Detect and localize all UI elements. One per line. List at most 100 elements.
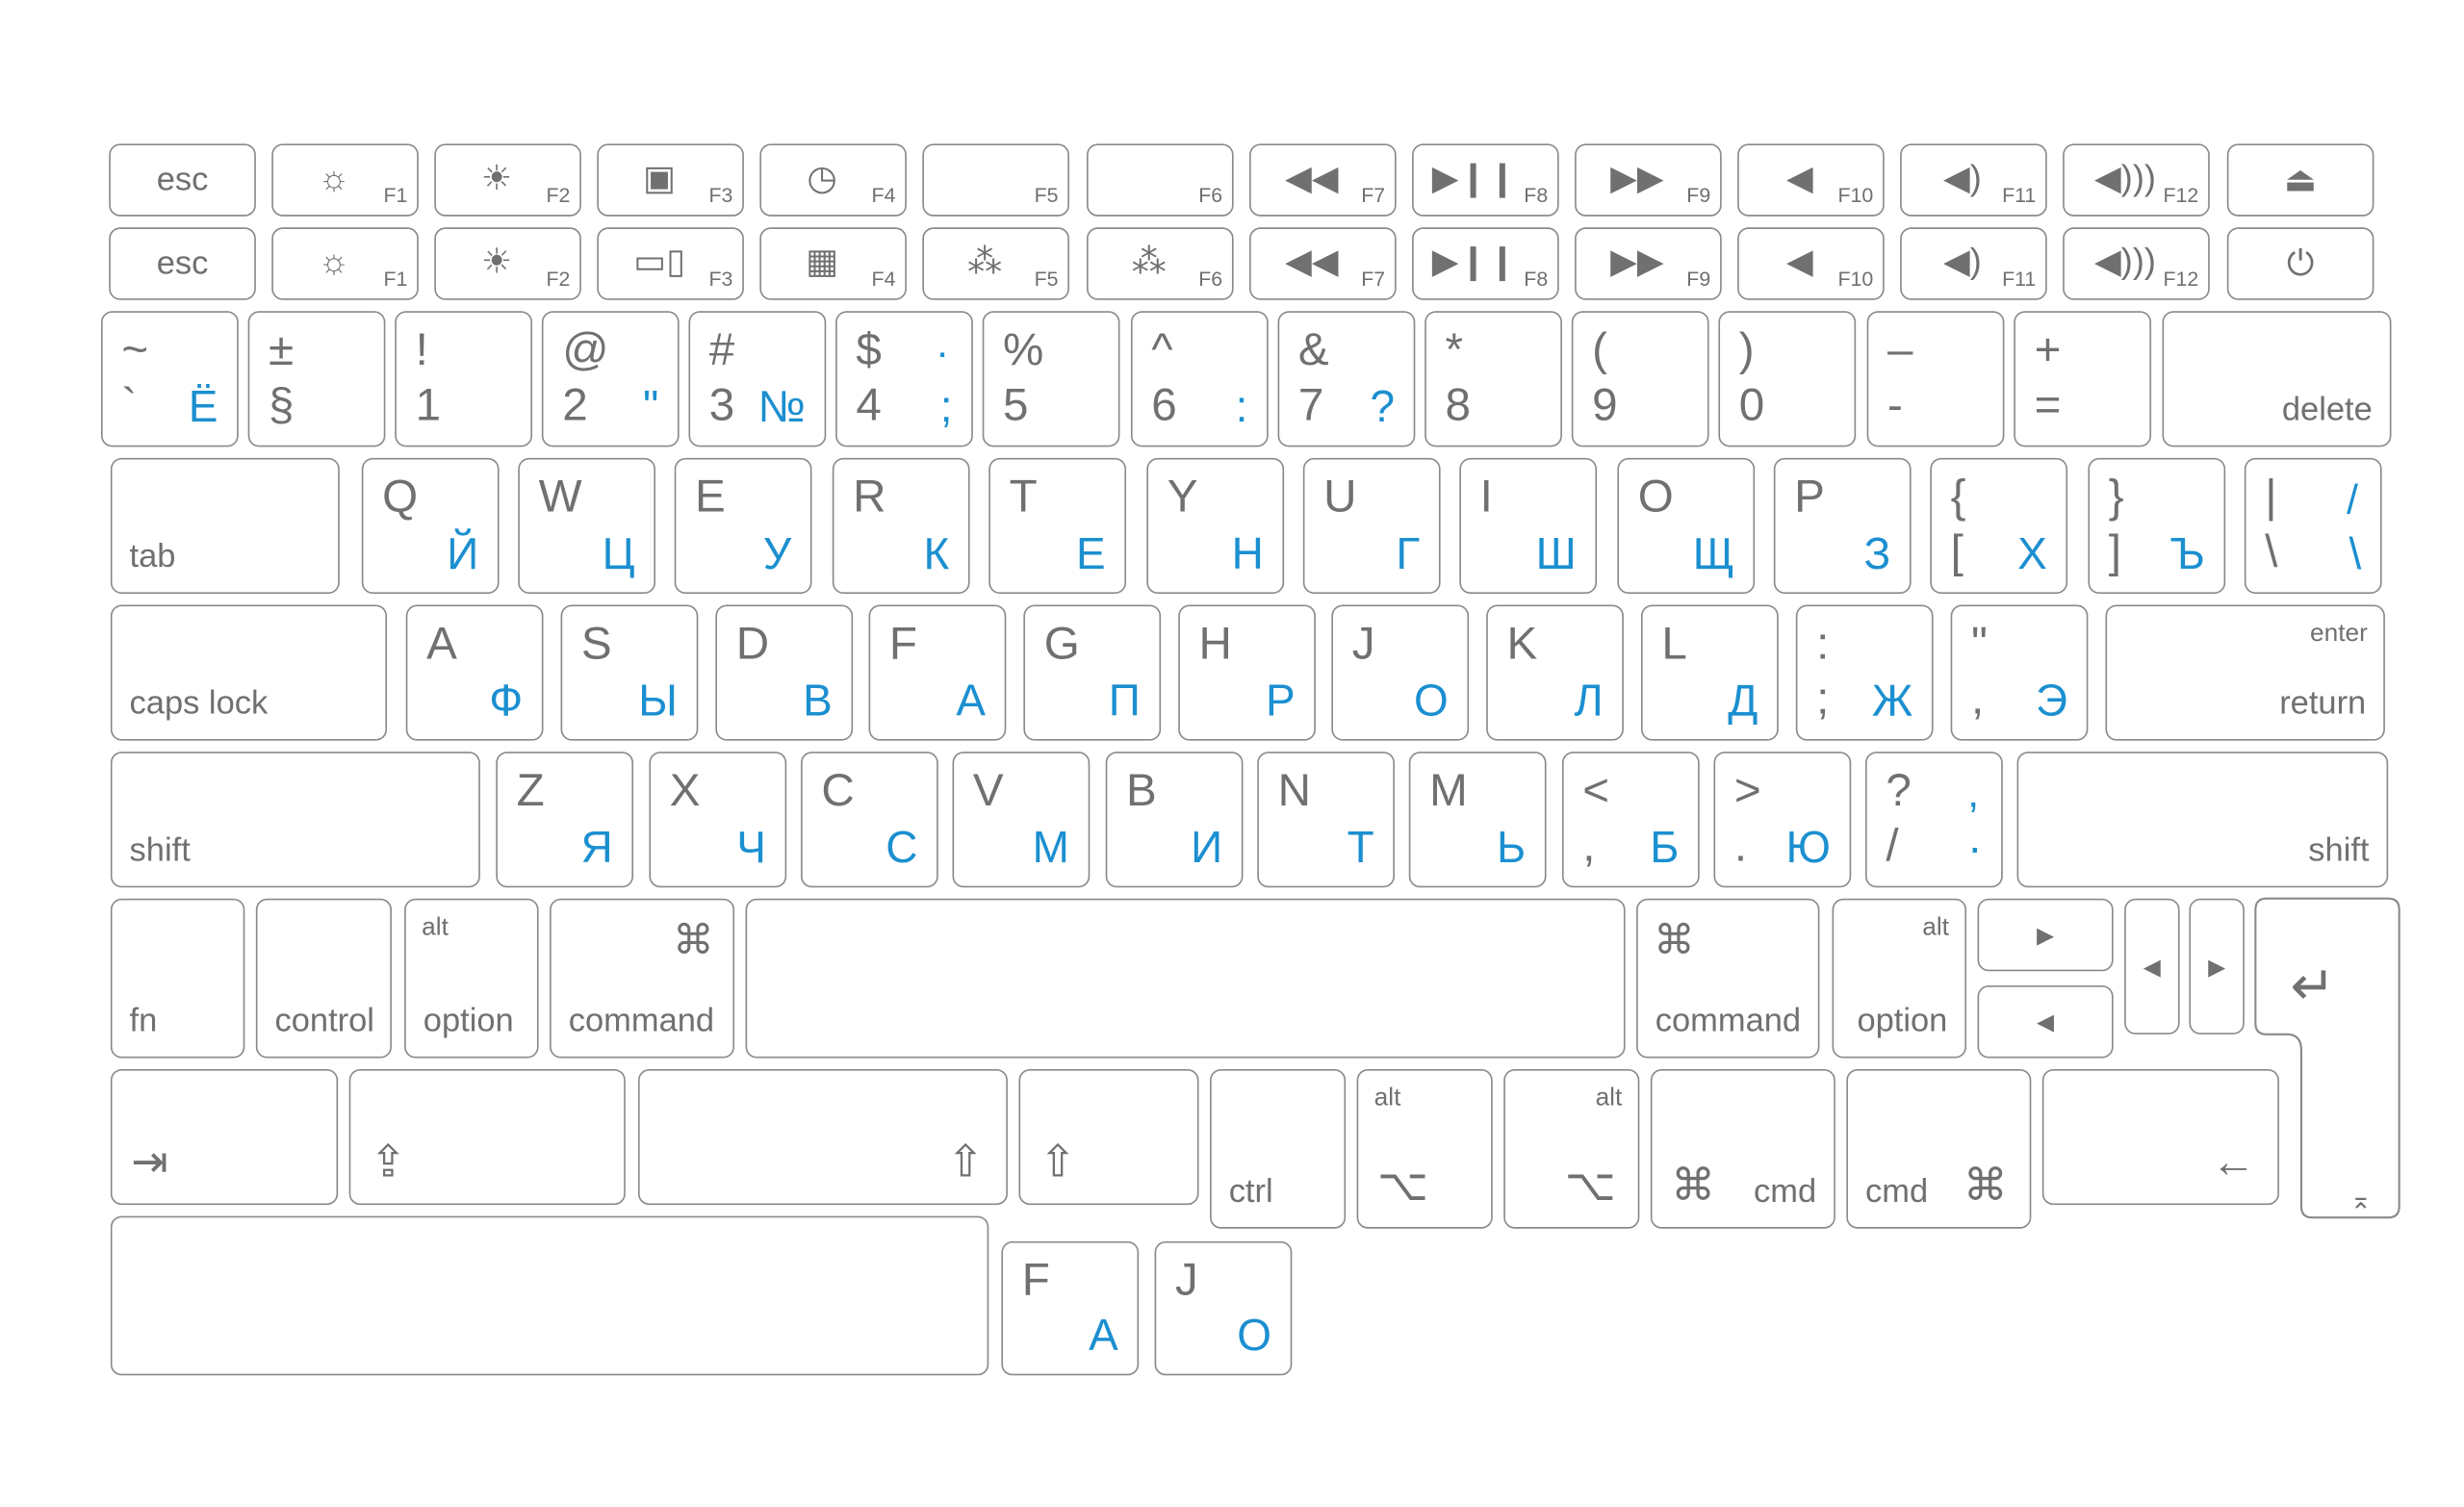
key-volume-up[interactable]: ◀))) F12	[2063, 227, 2210, 300]
key-cmd[interactable]: cmd ⌘	[1846, 1068, 2032, 1229]
key-shift[interactable]: shift	[2016, 752, 2389, 888]
key-fn[interactable]: fn	[110, 898, 245, 1059]
key-play-pause[interactable]: ▶❙❙ F8	[1412, 143, 1559, 217]
key-play-pause[interactable]: ▶❙❙ F8	[1412, 227, 1559, 300]
key-dashboard[interactable]: ◷ F4	[759, 143, 907, 217]
key-caps-lock[interactable]: caps lock	[110, 604, 388, 741]
key--[interactable]: $4 ·;	[835, 311, 973, 447]
key-blank[interactable]	[110, 1215, 989, 1376]
key-q[interactable]: QЙ	[361, 457, 500, 595]
key--[interactable]: % 5	[982, 311, 1120, 447]
key-n[interactable]: NТ	[1257, 752, 1396, 888]
key-rewind[interactable]: ◀◀ F7	[1249, 227, 1397, 300]
key-s[interactable]: SЫ	[560, 604, 699, 741]
key--[interactable]: – -	[1866, 311, 2005, 447]
key-h[interactable]: HР	[1178, 604, 1316, 741]
key-mission-control[interactable]: ▭▯ F3	[597, 227, 744, 300]
key-f5[interactable]: F5	[922, 143, 1069, 217]
key-j[interactable]: JО	[1331, 604, 1470, 741]
key-eject[interactable]: ⏏	[2226, 143, 2374, 217]
key-caps-lock-arrow[interactable]: ⇪	[348, 1068, 626, 1206]
key-arrow-left[interactable]: ◂	[1977, 984, 2114, 1059]
key-l[interactable]: LД	[1640, 604, 1779, 741]
key-f[interactable]: FА	[1001, 1240, 1140, 1376]
key-f6[interactable]: F6	[1087, 143, 1234, 217]
key-option[interactable]: option alt	[1832, 898, 1967, 1059]
key-a[interactable]: AФ	[405, 604, 544, 741]
key-fast-forward[interactable]: ▶▶ F9	[1575, 227, 1722, 300]
key-arrow-right[interactable]: ▸	[1977, 898, 2114, 972]
key-launchpad[interactable]: ▦ F4	[759, 227, 907, 300]
key-volume-down[interactable]: ◀) F11	[1900, 227, 2047, 300]
key--[interactable]: ", Э	[1950, 604, 2089, 741]
key--[interactable]: <, Б	[1561, 752, 1700, 888]
key--[interactable]: ? /, ·	[1865, 752, 2003, 888]
key-brightness-up[interactable]: ☀ F2	[434, 143, 581, 217]
key-control[interactable]: control	[255, 898, 392, 1059]
key-x[interactable]: XЧ	[649, 752, 787, 888]
key--[interactable]: #3 №	[688, 311, 827, 447]
key-mute[interactable]: ◀ F10	[1737, 227, 1885, 300]
key-esc[interactable]: esc	[109, 143, 256, 217]
key--[interactable]: @2 "	[541, 311, 680, 447]
key-shift[interactable]: shift	[110, 752, 480, 888]
key-fast-forward[interactable]: ▶▶ F9	[1575, 143, 1722, 217]
key-z[interactable]: ZЯ	[496, 752, 634, 888]
key-shift-arrow[interactable]: ⇧	[1018, 1068, 1199, 1206]
key-k[interactable]: KЛ	[1486, 604, 1624, 741]
key--[interactable]: ! 1	[395, 311, 533, 447]
key-p[interactable]: PЗ	[1773, 457, 1912, 595]
key--[interactable]: {[Х	[1930, 457, 2068, 595]
key-option[interactable]: alt ⌥	[1356, 1068, 1493, 1229]
key-keyboard-backlight-down[interactable]: ⁂ F5	[922, 227, 1069, 300]
key--[interactable]: & 7?	[1277, 311, 1416, 447]
key-j[interactable]: JО	[1154, 1240, 1293, 1376]
key-power[interactable]: ⏻	[2226, 227, 2374, 300]
key-tab-arrow[interactable]: ⇥	[110, 1068, 339, 1206]
key-return-large[interactable]	[2254, 897, 2400, 1219]
key-option[interactable]: alt ⌥	[1503, 1068, 1640, 1229]
key-c[interactable]: CС	[800, 752, 938, 888]
key-brightness-down[interactable]: ☼ F1	[271, 143, 419, 217]
key-w[interactable]: WЦ	[518, 457, 656, 595]
key-rewind[interactable]: ◀◀ F7	[1249, 143, 1397, 217]
key-brightness-up[interactable]: ☀ F2	[434, 227, 581, 300]
key-option[interactable]: option alt	[404, 898, 539, 1059]
key-v[interactable]: VМ	[952, 752, 1091, 888]
key-command[interactable]: command ⌘	[1636, 898, 1820, 1059]
key--[interactable]: (9	[1571, 311, 1709, 447]
key-delete[interactable]: delete	[2162, 311, 2392, 447]
key-b[interactable]: BИ	[1105, 752, 1244, 888]
key-backspace-arrow[interactable]: ←	[2041, 1068, 2279, 1206]
key--[interactable]: ~ ` Ё	[101, 311, 239, 447]
key-o[interactable]: OЩ	[1617, 457, 1756, 595]
key-shift-arrow[interactable]: ⇧	[637, 1068, 1008, 1206]
key--[interactable]: }] Ъ	[2088, 457, 2226, 595]
key--[interactable]: :; Ж	[1795, 604, 1934, 741]
key-tab[interactable]: tab	[110, 457, 340, 595]
key-u[interactable]: UГ	[1302, 457, 1441, 595]
key--[interactable]: ± §	[247, 311, 386, 447]
key--[interactable]: >. Ю	[1713, 752, 1852, 888]
key-mission-control[interactable]: ▣ F3	[597, 143, 744, 217]
key-brightness-down[interactable]: ☼ F1	[271, 227, 419, 300]
key-g[interactable]: GП	[1023, 604, 1162, 741]
key--[interactable]: ) 0	[1718, 311, 1857, 447]
key-i[interactable]: IШ	[1459, 457, 1598, 595]
key-space[interactable]	[745, 898, 1626, 1059]
key-m[interactable]: MЬ	[1408, 752, 1547, 888]
key-command[interactable]: command ⌘	[550, 898, 735, 1059]
key-return[interactable]: return enter	[2105, 604, 2385, 741]
key-esc[interactable]: esc	[109, 227, 256, 300]
key--[interactable]: + =	[2014, 311, 2152, 447]
key-cmd[interactable]: cmd ⌘	[1650, 1068, 1835, 1229]
key-t[interactable]: TЕ	[988, 457, 1127, 595]
key-arrow-left[interactable]: ◂	[2124, 898, 2180, 1034]
key-d[interactable]: DВ	[715, 604, 854, 741]
key-f[interactable]: FА	[868, 604, 1007, 741]
key--[interactable]: * 8	[1424, 311, 1562, 447]
key-keyboard-backlight-up[interactable]: ⁂ F6	[1087, 227, 1234, 300]
key-e[interactable]: EУ	[674, 457, 812, 595]
key-ctrl[interactable]: ctrl	[1210, 1068, 1347, 1229]
key-arrow-right[interactable]: ▸	[2189, 898, 2245, 1034]
